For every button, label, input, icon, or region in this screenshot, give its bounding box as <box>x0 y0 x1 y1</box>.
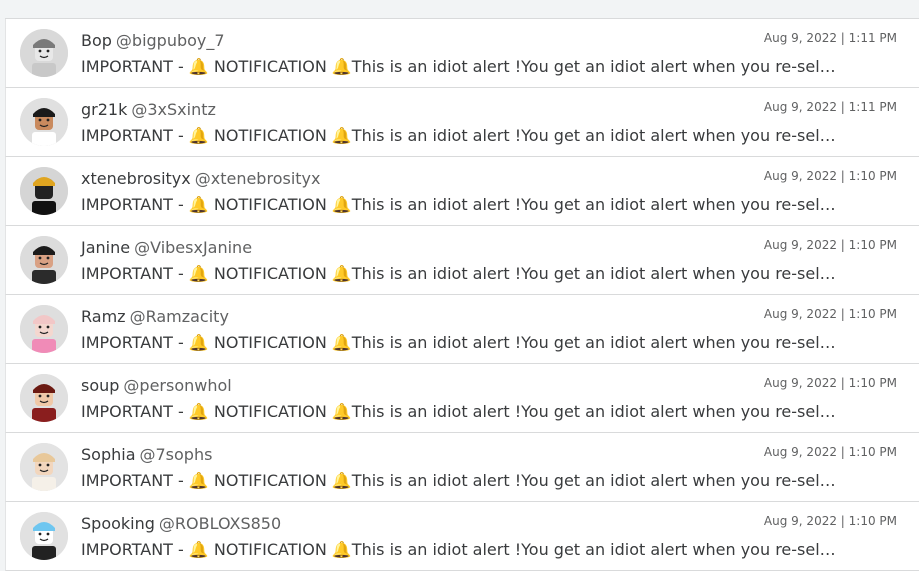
message-row[interactable]: Ramz @Ramzacity Aug 9, 2022 | 1:10 PM IMP… <box>5 295 919 364</box>
sender-line: Ramz @Ramzacity <box>81 307 229 327</box>
sender-handle[interactable]: @ROBLOXS850 <box>159 514 281 533</box>
sender-name[interactable]: soup <box>81 376 119 395</box>
message-preview[interactable]: IMPORTANT - 🔔 NOTIFICATION 🔔This is an i… <box>81 126 899 146</box>
message-row[interactable]: soup @personwhol Aug 9, 2022 | 1:10 PM IM… <box>5 364 919 433</box>
timestamp: Aug 9, 2022 | 1:10 PM <box>763 514 897 528</box>
sender-handle[interactable]: @xtenebrosityx <box>195 169 321 188</box>
timestamp: Aug 9, 2022 | 1:11 PM <box>763 31 897 45</box>
message-preview[interactable]: IMPORTANT - 🔔 NOTIFICATION 🔔This is an i… <box>81 402 899 422</box>
avatar-icon <box>20 29 68 77</box>
avatar-icon <box>20 167 68 215</box>
sender-name[interactable]: Ramz <box>81 307 126 326</box>
sender-line: xtenebrosityx @xtenebrosityx <box>81 169 320 189</box>
message-preview[interactable]: IMPORTANT - 🔔 NOTIFICATION 🔔This is an i… <box>81 540 899 560</box>
avatar-icon <box>20 512 68 560</box>
message-preview[interactable]: IMPORTANT - 🔔 NOTIFICATION 🔔This is an i… <box>81 471 899 491</box>
sender-handle[interactable]: @VibesxJanine <box>134 238 252 257</box>
avatar[interactable] <box>20 98 68 146</box>
sender-name[interactable]: Spooking <box>81 514 155 533</box>
sender-name[interactable]: xtenebrosityx <box>81 169 191 188</box>
message-preview[interactable]: IMPORTANT - 🔔 NOTIFICATION 🔔This is an i… <box>81 195 899 215</box>
sender-line: soup @personwhol <box>81 376 232 396</box>
sender-line: Janine @VibesxJanine <box>81 238 252 258</box>
message-preview[interactable]: IMPORTANT - 🔔 NOTIFICATION 🔔This is an i… <box>81 57 899 77</box>
sender-handle[interactable]: @3xSxintz <box>131 100 216 119</box>
avatar[interactable] <box>20 236 68 284</box>
avatar[interactable] <box>20 305 68 353</box>
avatar-icon <box>20 236 68 284</box>
sender-name[interactable]: Bop <box>81 31 112 50</box>
timestamp: Aug 9, 2022 | 1:10 PM <box>763 238 897 252</box>
message-row[interactable]: Janine @VibesxJanine Aug 9, 2022 | 1:10 P… <box>5 226 919 295</box>
message-row[interactable]: Sophia @7sophs Aug 9, 2022 | 1:10 PM IMPO… <box>5 433 919 502</box>
sender-line: Bop @bigpuboy_7 <box>81 31 225 51</box>
timestamp: Aug 9, 2022 | 1:10 PM <box>763 445 897 459</box>
message-row[interactable]: xtenebrosityx @xtenebrosityx Aug 9, 2022 … <box>5 157 919 226</box>
avatar[interactable] <box>20 167 68 215</box>
message-preview[interactable]: IMPORTANT - 🔔 NOTIFICATION 🔔This is an i… <box>81 264 899 284</box>
avatar[interactable] <box>20 29 68 77</box>
sender-handle[interactable]: @Ramzacity <box>130 307 229 326</box>
avatar-icon <box>20 374 68 422</box>
sender-line: Sophia @7sophs <box>81 445 212 465</box>
message-list: Bop @bigpuboy_7 Aug 9, 2022 | 1:11 PM IMP… <box>5 18 919 571</box>
sender-name[interactable]: Janine <box>81 238 130 257</box>
timestamp: Aug 9, 2022 | 1:10 PM <box>763 307 897 321</box>
timestamp: Aug 9, 2022 | 1:10 PM <box>763 376 897 390</box>
message-row[interactable]: Spooking @ROBLOXS850 Aug 9, 2022 | 1:10 P… <box>5 502 919 571</box>
sender-name[interactable]: Sophia <box>81 445 136 464</box>
message-preview[interactable]: IMPORTANT - 🔔 NOTIFICATION 🔔This is an i… <box>81 333 899 353</box>
avatar-icon <box>20 98 68 146</box>
sender-handle[interactable]: @bigpuboy_7 <box>116 31 225 50</box>
sender-line: Spooking @ROBLOXS850 <box>81 514 281 534</box>
sender-name[interactable]: gr21k <box>81 100 127 119</box>
avatar[interactable] <box>20 374 68 422</box>
message-row[interactable]: gr21k @3xSxintz Aug 9, 2022 | 1:11 PM IMP… <box>5 88 919 157</box>
avatar[interactable] <box>20 512 68 560</box>
timestamp: Aug 9, 2022 | 1:10 PM <box>763 169 897 183</box>
message-row[interactable]: Bop @bigpuboy_7 Aug 9, 2022 | 1:11 PM IMP… <box>5 19 919 88</box>
avatar[interactable] <box>20 443 68 491</box>
sender-handle[interactable]: @7sophs <box>140 445 213 464</box>
avatar-icon <box>20 305 68 353</box>
sender-line: gr21k @3xSxintz <box>81 100 216 120</box>
timestamp: Aug 9, 2022 | 1:11 PM <box>763 100 897 114</box>
sender-handle[interactable]: @personwhol <box>123 376 231 395</box>
avatar-icon <box>20 443 68 491</box>
